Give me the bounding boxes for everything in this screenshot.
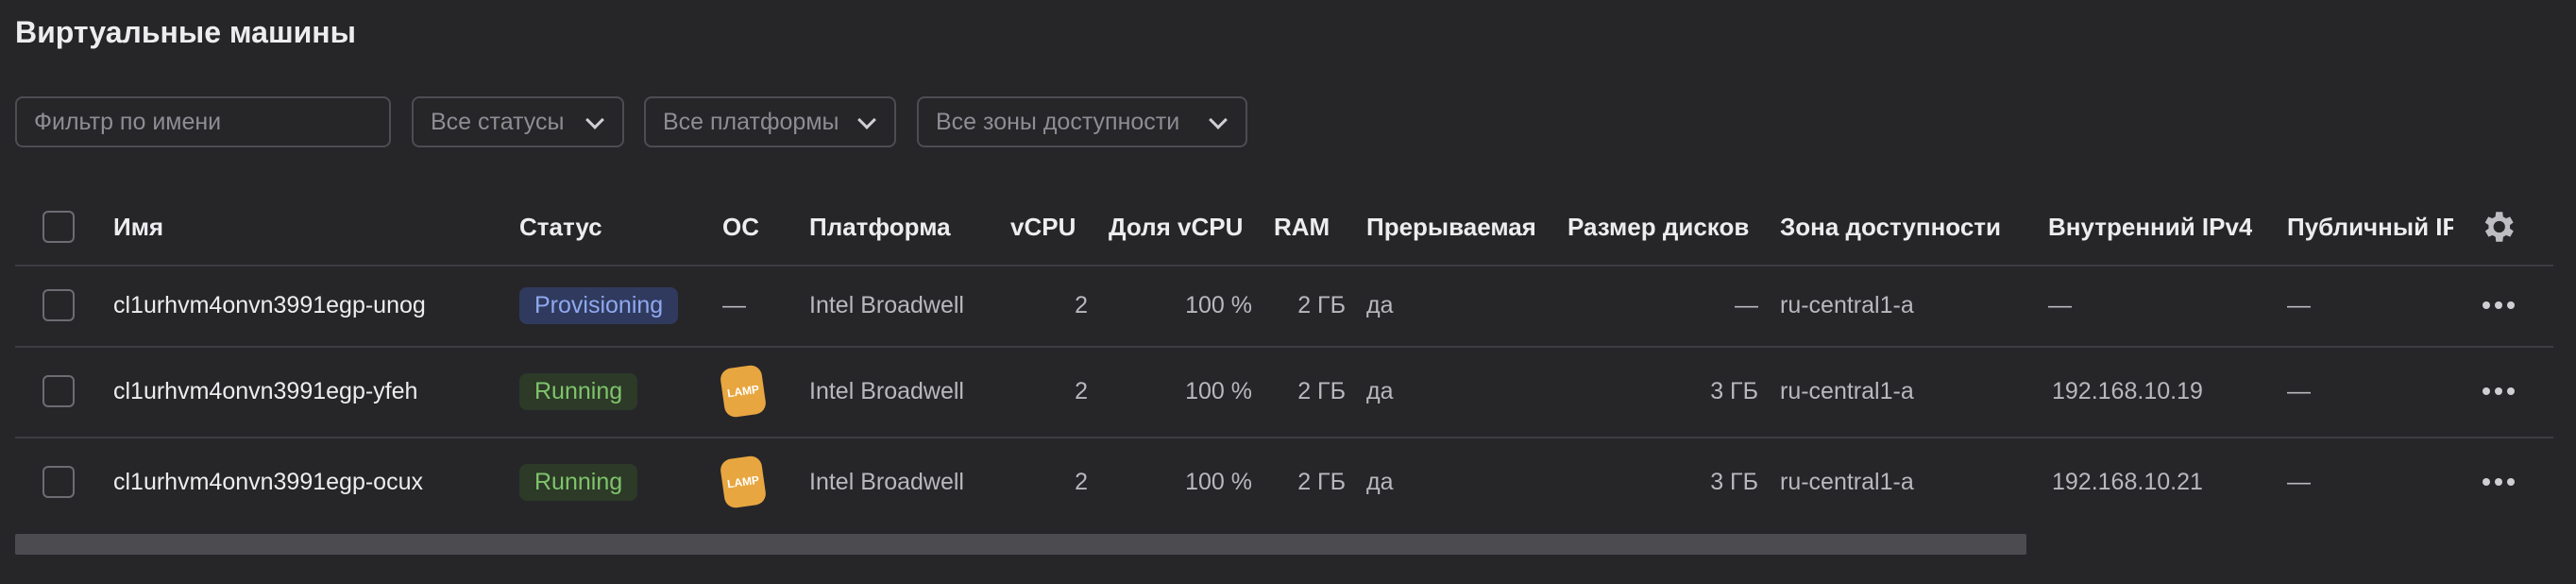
ipv4-value: 192.168.10.21 <box>2052 468 2203 495</box>
chevron-down-icon <box>1209 111 1228 129</box>
table-row[interactable]: cl1urhvm4onvn3991egp-ocux Running LAMP I… <box>15 437 2553 527</box>
column-header-zone[interactable]: Зона доступности <box>1780 189 2001 265</box>
page-title: Виртуальные машины <box>15 15 356 49</box>
public-ip-value: — <box>2287 291 2311 318</box>
ipv4-value: — <box>2048 291 2072 318</box>
os-value: — <box>722 291 746 318</box>
row-checkbox[interactable] <box>42 375 75 407</box>
name-filter-input[interactable]: Фильтр по имени <box>15 96 391 147</box>
zone-value: ru-central1-a <box>1780 377 1914 404</box>
lamp-logo-icon: LAMP <box>719 455 768 509</box>
table-row[interactable]: cl1urhvm4onvn3991egp-unog Provisioning —… <box>15 265 2553 348</box>
ipv4-value: 192.168.10.19 <box>2052 377 2203 404</box>
column-header-vcpu[interactable]: vCPU <box>1010 189 1076 265</box>
platform-filter-select[interactable]: Все платформы <box>644 96 896 147</box>
column-header-preemptible[interactable]: Прерываемая <box>1366 189 1536 265</box>
status-badge: Provisioning <box>519 286 679 324</box>
column-header-ram[interactable]: RAM <box>1274 189 1330 265</box>
column-header-disk[interactable]: Размер дисков <box>1568 189 1749 265</box>
platform-filter-value: Все платформы <box>663 108 839 135</box>
zone-value: ru-central1-a <box>1780 468 1914 495</box>
column-header-platform[interactable]: Платформа <box>809 189 951 265</box>
more-horizontal-icon[interactable] <box>2483 301 2515 309</box>
name-filter-placeholder: Фильтр по имени <box>34 108 222 135</box>
ram-value: 2 ГБ <box>1297 291 1346 318</box>
status-badge: Running <box>519 463 638 501</box>
vm-name[interactable]: cl1urhvm4onvn3991egp-unog <box>113 265 426 346</box>
public-ip-value: — <box>2287 468 2311 495</box>
column-header-public-ip[interactable]: Публичный IPv4 <box>2287 189 2453 265</box>
preemptible-value: да <box>1366 468 1394 495</box>
chevron-down-icon <box>585 111 604 129</box>
vcpu-value: 2 <box>1075 377 1088 404</box>
disk-value: — <box>1735 291 1758 318</box>
horizontal-scrollbar[interactable] <box>15 534 2026 555</box>
vcpu-share-value: 100 % <box>1185 468 1252 495</box>
public-ip-value: — <box>2287 377 2311 404</box>
more-horizontal-icon[interactable] <box>2483 387 2515 395</box>
select-all-checkbox[interactable] <box>42 211 75 243</box>
vm-table: Имя Статус ОС Платформа vCPU Доля vCPU R… <box>15 189 2553 539</box>
platform-value: Intel Broadwell <box>809 377 964 404</box>
table-header: Имя Статус ОС Платформа vCPU Доля vCPU R… <box>15 189 2553 266</box>
column-header-status[interactable]: Статус <box>519 189 602 265</box>
column-header-os[interactable]: ОС <box>722 189 759 265</box>
disk-value: 3 ГБ <box>1710 377 1758 404</box>
row-checkbox[interactable] <box>42 466 75 498</box>
more-horizontal-icon[interactable] <box>2483 478 2515 486</box>
vcpu-share-value: 100 % <box>1185 377 1252 404</box>
vcpu-share-value: 100 % <box>1185 291 1252 318</box>
chevron-down-icon <box>857 111 876 129</box>
platform-value: Intel Broadwell <box>809 468 964 495</box>
preemptible-value: да <box>1366 291 1394 318</box>
column-header-ipv4[interactable]: Внутренний IPv4 <box>2048 189 2252 265</box>
disk-value: 3 ГБ <box>1710 468 1758 495</box>
lamp-logo-icon: LAMP <box>719 364 768 419</box>
column-header-vcpu-share[interactable]: Доля vCPU <box>1109 189 1243 265</box>
vcpu-value: 2 <box>1075 291 1088 318</box>
ram-value: 2 ГБ <box>1297 377 1346 404</box>
zone-filter-value: Все зоны доступности <box>936 108 1180 135</box>
zone-value: ru-central1-a <box>1780 291 1914 318</box>
vm-name[interactable]: cl1urhvm4onvn3991egp-ocux <box>113 437 423 527</box>
column-header-name[interactable]: Имя <box>113 189 163 265</box>
preemptible-value: да <box>1366 377 1394 404</box>
status-filter-select[interactable]: Все статусы <box>412 96 624 147</box>
vcpu-value: 2 <box>1075 468 1088 495</box>
status-filter-value: Все статусы <box>431 108 565 135</box>
status-badge: Running <box>519 372 638 410</box>
vm-name[interactable]: cl1urhvm4onvn3991egp-yfeh <box>113 346 417 437</box>
ram-value: 2 ГБ <box>1297 468 1346 495</box>
row-checkbox[interactable] <box>42 289 75 321</box>
zone-filter-select[interactable]: Все зоны доступности <box>917 96 1247 147</box>
table-row[interactable]: cl1urhvm4onvn3991egp-yfeh Running LAMP I… <box>15 346 2553 438</box>
gear-icon[interactable] <box>2478 207 2517 247</box>
platform-value: Intel Broadwell <box>809 291 964 318</box>
